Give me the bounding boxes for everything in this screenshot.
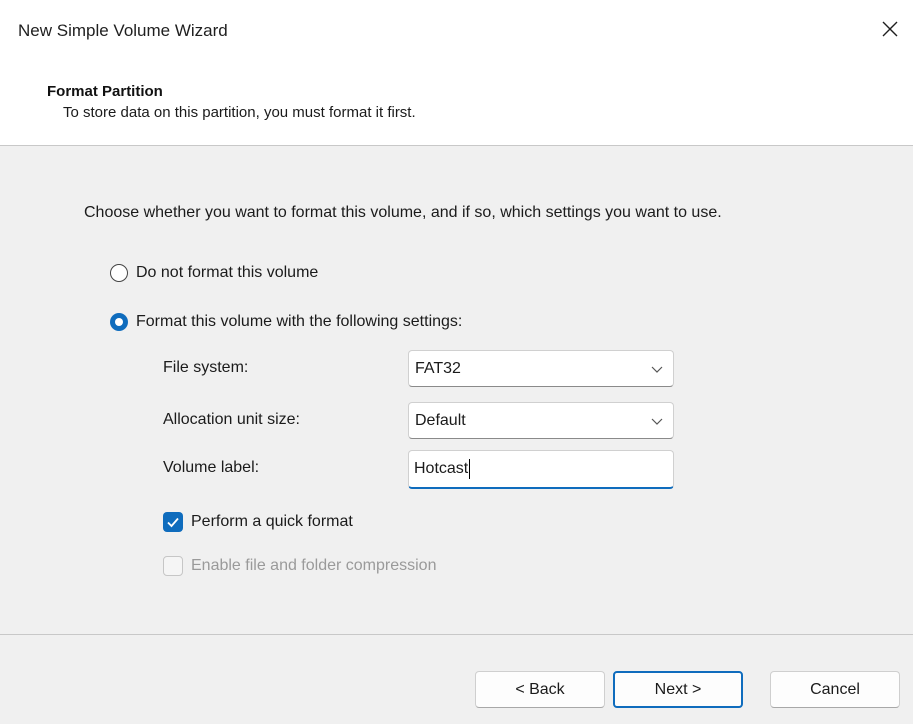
allocation-unit-size-select[interactable]: Default <box>408 402 674 439</box>
radio-selected-icon[interactable] <box>110 313 128 331</box>
allocation-unit-size-label: Allocation unit size: <box>163 411 300 428</box>
compression-checkbox-row: Enable file and folder compression <box>163 556 436 576</box>
page-subtitle: To store data on this partition, you mus… <box>63 104 416 121</box>
close-icon <box>882 21 898 37</box>
file-system-label: File system: <box>163 359 249 376</box>
compression-label: Enable file and folder compression <box>191 557 437 574</box>
checkbox-checked-icon[interactable] <box>163 512 183 532</box>
wizard-header: Format Partition To store data on this p… <box>0 64 913 145</box>
title-bar: New Simple Volume Wizard <box>0 0 913 64</box>
volume-label-label: Volume label: <box>163 459 260 476</box>
intro-text: Choose whether you want to format this v… <box>84 204 722 221</box>
quick-format-label: Perform a quick format <box>191 513 353 530</box>
checkmark-icon <box>167 517 179 528</box>
chevron-down-icon <box>651 366 663 373</box>
volume-label-input[interactable]: Hotcast <box>408 450 674 489</box>
allocation-unit-size-value: Default <box>415 411 466 429</box>
text-caret <box>469 459 471 479</box>
close-button[interactable] <box>867 6 913 52</box>
radio-do-not-format[interactable]: Do not format this volume <box>110 264 318 282</box>
radio-label: Do not format this volume <box>136 264 319 281</box>
radio-format-volume[interactable]: Format this volume with the following se… <box>110 313 462 331</box>
window-title: New Simple Volume Wizard <box>18 21 228 40</box>
checkbox-disabled-icon <box>163 556 183 576</box>
radio-label: Format this volume with the following se… <box>136 313 463 330</box>
wizard-content: Choose whether you want to format this v… <box>0 146 913 634</box>
wizard-footer: < Back Next > Cancel <box>0 635 913 724</box>
quick-format-checkbox-row[interactable]: Perform a quick format <box>163 512 353 532</box>
back-button[interactable]: < Back <box>475 671 605 708</box>
next-button[interactable]: Next > <box>613 671 743 708</box>
volume-label-value: Hotcast <box>414 460 469 477</box>
page-title: Format Partition <box>47 83 163 100</box>
file-system-value: FAT32 <box>415 359 461 377</box>
chevron-down-icon <box>651 418 663 425</box>
cancel-button[interactable]: Cancel <box>770 671 900 708</box>
file-system-select[interactable]: FAT32 <box>408 350 674 387</box>
radio-unselected-icon[interactable] <box>110 264 128 282</box>
